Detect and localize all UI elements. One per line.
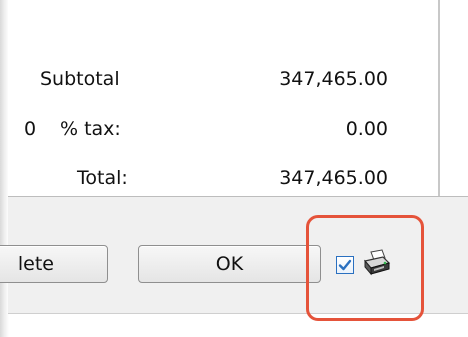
highlight-annotation xyxy=(306,215,424,321)
total-label: Total: xyxy=(77,167,128,189)
tax-value: 0.00 xyxy=(345,118,388,140)
subtotal-value: 347,465.00 xyxy=(279,68,388,90)
tax-label: % tax: xyxy=(60,118,121,140)
panel-right-border xyxy=(438,0,440,196)
delete-button[interactable]: lete xyxy=(0,245,108,283)
total-value: 347,465.00 xyxy=(279,167,388,189)
tax-rate-value: 0 xyxy=(24,118,37,140)
ok-button[interactable]: OK xyxy=(138,245,321,283)
subtotal-label: Subtotal xyxy=(40,68,120,90)
